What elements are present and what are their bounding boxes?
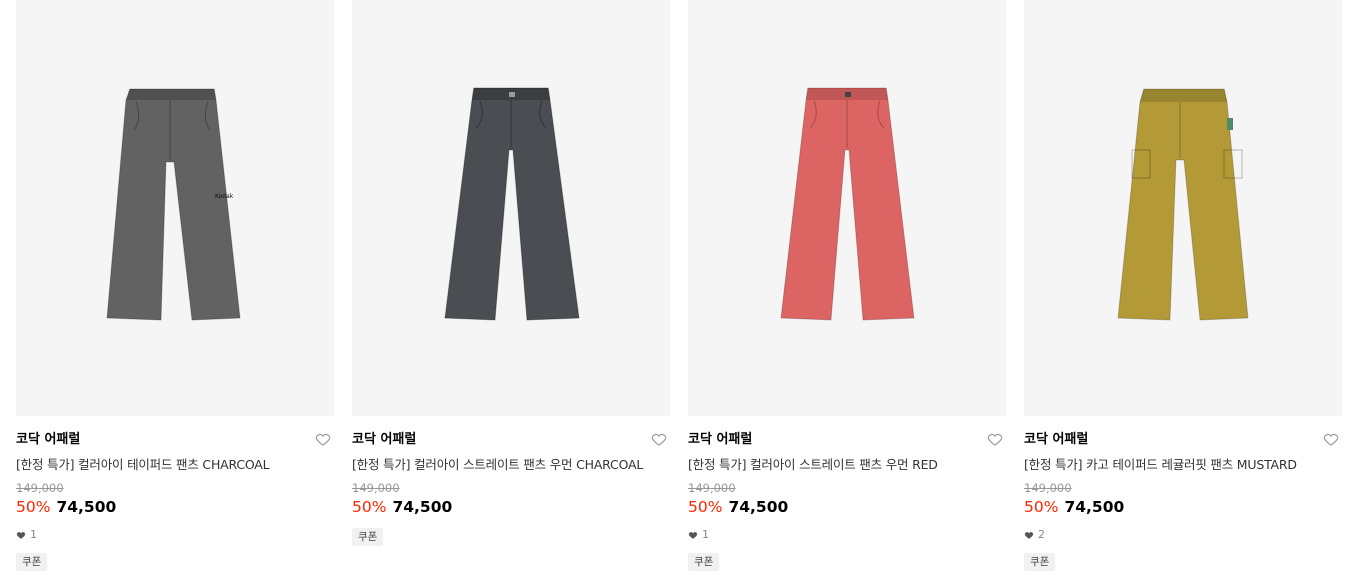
sale-price: 74,500 — [392, 498, 453, 516]
heart-icon[interactable] — [650, 430, 668, 448]
heart-icon[interactable] — [986, 430, 1004, 448]
original-price: 149,000 — [1024, 481, 1072, 495]
coupon-badge: 쿠폰 — [16, 553, 48, 571]
product-card[interactable]: Kodak 코닥 어패럴 [한정 특가] 컬러아이 테이퍼드 팬츠 CHARCO… — [16, 0, 334, 585]
price-row: 50% 74,500 — [688, 497, 788, 517]
like-count-value: 1 — [702, 528, 709, 541]
like-count: 2 — [1024, 528, 1045, 542]
discount-rate: 50% — [352, 498, 387, 516]
brand-name[interactable]: 코닥 어패럴 — [688, 431, 752, 449]
like-count: 1 — [16, 528, 37, 542]
product-image[interactable] — [352, 0, 670, 416]
product-image[interactable]: Kodak — [16, 0, 334, 416]
sale-price: 74,500 — [56, 498, 117, 516]
discount-rate: 50% — [1024, 498, 1059, 516]
svg-text:Kodak: Kodak — [215, 193, 234, 200]
original-price: 149,000 — [688, 481, 736, 495]
brand-name[interactable]: 코닥 어패럴 — [352, 431, 416, 449]
pants-image — [780, 87, 915, 321]
product-title[interactable]: [한정 특가] 컬러아이 테이퍼드 팬츠 CHARCOAL — [16, 456, 270, 474]
small-heart-icon — [16, 532, 26, 539]
product-card[interactable]: 코닥 어패럴 [한정 특가] 카고 테이퍼드 레귤러핏 팬츠 MUSTARD 1… — [1024, 0, 1342, 585]
coupon-badge: 쿠폰 — [1024, 553, 1056, 571]
sale-price: 74,500 — [1064, 498, 1125, 516]
pants-image: Kodak — [106, 88, 241, 321]
small-heart-icon — [688, 532, 698, 539]
product-title[interactable]: [한정 특가] 컬러아이 스트레이트 팬츠 우먼 CHARCOAL — [352, 456, 643, 474]
price-row: 50% 74,500 — [16, 497, 116, 517]
like-count-value: 1 — [30, 528, 37, 541]
price-row: 50% 74,500 — [1024, 497, 1124, 517]
brand-name[interactable]: 코닥 어패럴 — [1024, 431, 1088, 449]
price-row: 50% 74,500 — [352, 497, 452, 517]
original-price: 149,000 — [16, 481, 64, 495]
coupon-badge: 쿠폰 — [688, 553, 720, 571]
sale-price: 74,500 — [728, 498, 789, 516]
small-heart-icon — [1024, 532, 1034, 539]
pants-image — [444, 87, 580, 321]
discount-rate: 50% — [688, 498, 723, 516]
product-card[interactable]: 코닥 어패럴 [한정 특가] 컬러아이 스트레이트 팬츠 우먼 CHARCOAL… — [352, 0, 670, 585]
heart-icon[interactable] — [1322, 430, 1340, 448]
product-title[interactable]: [한정 특가] 컬러아이 스트레이트 팬츠 우먼 RED — [688, 456, 938, 474]
coupon-badge: 쿠폰 — [352, 528, 384, 546]
original-price: 149,000 — [352, 481, 400, 495]
discount-rate: 50% — [16, 498, 51, 516]
brand-name[interactable]: 코닥 어패럴 — [16, 431, 80, 449]
pants-image — [1117, 88, 1249, 321]
product-grid: Kodak 코닥 어패럴 [한정 특가] 컬러아이 테이퍼드 팬츠 CHARCO… — [16, 0, 1342, 585]
product-image[interactable] — [1024, 0, 1342, 416]
product-title[interactable]: [한정 특가] 카고 테이퍼드 레귤러핏 팬츠 MUSTARD — [1024, 456, 1297, 474]
like-count: 1 — [688, 528, 709, 542]
product-card[interactable]: 코닥 어패럴 [한정 특가] 컬러아이 스트레이트 팬츠 우먼 RED 149,… — [688, 0, 1006, 585]
product-image[interactable] — [688, 0, 1006, 416]
heart-icon[interactable] — [314, 430, 332, 448]
like-count-value: 2 — [1038, 528, 1045, 541]
